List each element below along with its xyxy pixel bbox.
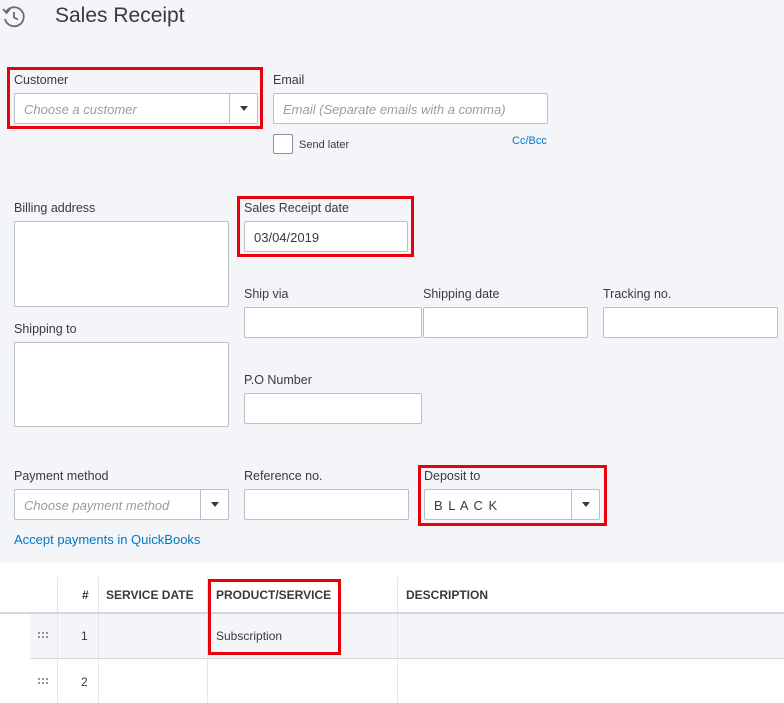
customer-label: Customer bbox=[14, 73, 69, 87]
customer-select[interactable]: Choose a customer bbox=[14, 93, 258, 124]
customer-placeholder: Choose a customer bbox=[24, 102, 137, 117]
send-later-checkbox[interactable] bbox=[273, 134, 293, 154]
po-number-field[interactable] bbox=[244, 393, 422, 424]
reference-no-field[interactable] bbox=[244, 489, 409, 520]
drag-handle-icon[interactable] bbox=[37, 631, 48, 640]
line-items-table: # SERVICE DATE PRODUCT/SERVICE DESCRIPTI… bbox=[0, 563, 784, 703]
accept-payments-link[interactable]: Accept payments in QuickBooks bbox=[14, 532, 200, 547]
reference-no-label: Reference no. bbox=[244, 469, 323, 483]
shipping-date-label: Shipping date bbox=[423, 287, 500, 301]
tracking-no-field[interactable] bbox=[603, 307, 778, 338]
email-placeholder: Email (Separate emails with a comma) bbox=[283, 102, 506, 117]
ship-via-label: Ship via bbox=[244, 287, 289, 301]
ship-via-field[interactable] bbox=[244, 307, 422, 338]
email-field[interactable]: Email (Separate emails with a comma) bbox=[273, 93, 548, 124]
billing-address-field[interactable] bbox=[14, 221, 229, 307]
row-number: 2 bbox=[81, 675, 88, 689]
chevron-down-icon[interactable] bbox=[200, 490, 228, 519]
deposit-to-label: Deposit to bbox=[424, 469, 481, 483]
cc-bcc-link[interactable]: Cc/Bcc bbox=[512, 135, 547, 147]
product-service-cell[interactable]: Subscription bbox=[216, 629, 282, 643]
page-title: Sales Receipt bbox=[55, 4, 185, 27]
column-header-product-service[interactable]: PRODUCT/SERVICE bbox=[216, 588, 331, 602]
tracking-no-label: Tracking no. bbox=[603, 287, 672, 301]
send-later-label: Send later bbox=[299, 139, 350, 151]
table-header: # SERVICE DATE PRODUCT/SERVICE DESCRIPTI… bbox=[0, 563, 784, 614]
row-number: 1 bbox=[81, 629, 88, 643]
billing-address-label: Billing address bbox=[14, 201, 96, 215]
sales-receipt-date-field[interactable]: 03/04/2019 bbox=[244, 221, 408, 252]
sales-receipt-date-value: 03/04/2019 bbox=[254, 230, 320, 245]
shipping-to-field[interactable] bbox=[14, 342, 229, 427]
column-header-description[interactable]: DESCRIPTION bbox=[406, 588, 488, 602]
payment-method-label: Payment method bbox=[14, 469, 109, 483]
chevron-down-icon[interactable] bbox=[229, 94, 257, 123]
email-label: Email bbox=[273, 73, 305, 87]
table-row[interactable] bbox=[30, 614, 784, 659]
shipping-date-field[interactable] bbox=[423, 307, 588, 338]
sales-receipt-date-label: Sales Receipt date bbox=[244, 201, 349, 215]
shipping-to-label: Shipping to bbox=[14, 322, 77, 336]
deposit-to-value: B L A C K bbox=[434, 498, 499, 513]
chevron-down-icon[interactable] bbox=[571, 490, 599, 519]
column-header-service-date[interactable]: SERVICE DATE bbox=[106, 588, 194, 602]
drag-handle-icon[interactable] bbox=[37, 677, 48, 686]
table-row[interactable] bbox=[30, 660, 784, 703]
po-number-label: P.O Number bbox=[244, 373, 312, 387]
payment-method-placeholder: Choose payment method bbox=[24, 498, 170, 513]
deposit-to-select[interactable]: B L A C K bbox=[424, 489, 600, 520]
history-icon[interactable] bbox=[1, 4, 27, 30]
payment-method-select[interactable]: Choose payment method bbox=[14, 489, 229, 520]
column-header-number: # bbox=[82, 588, 89, 602]
